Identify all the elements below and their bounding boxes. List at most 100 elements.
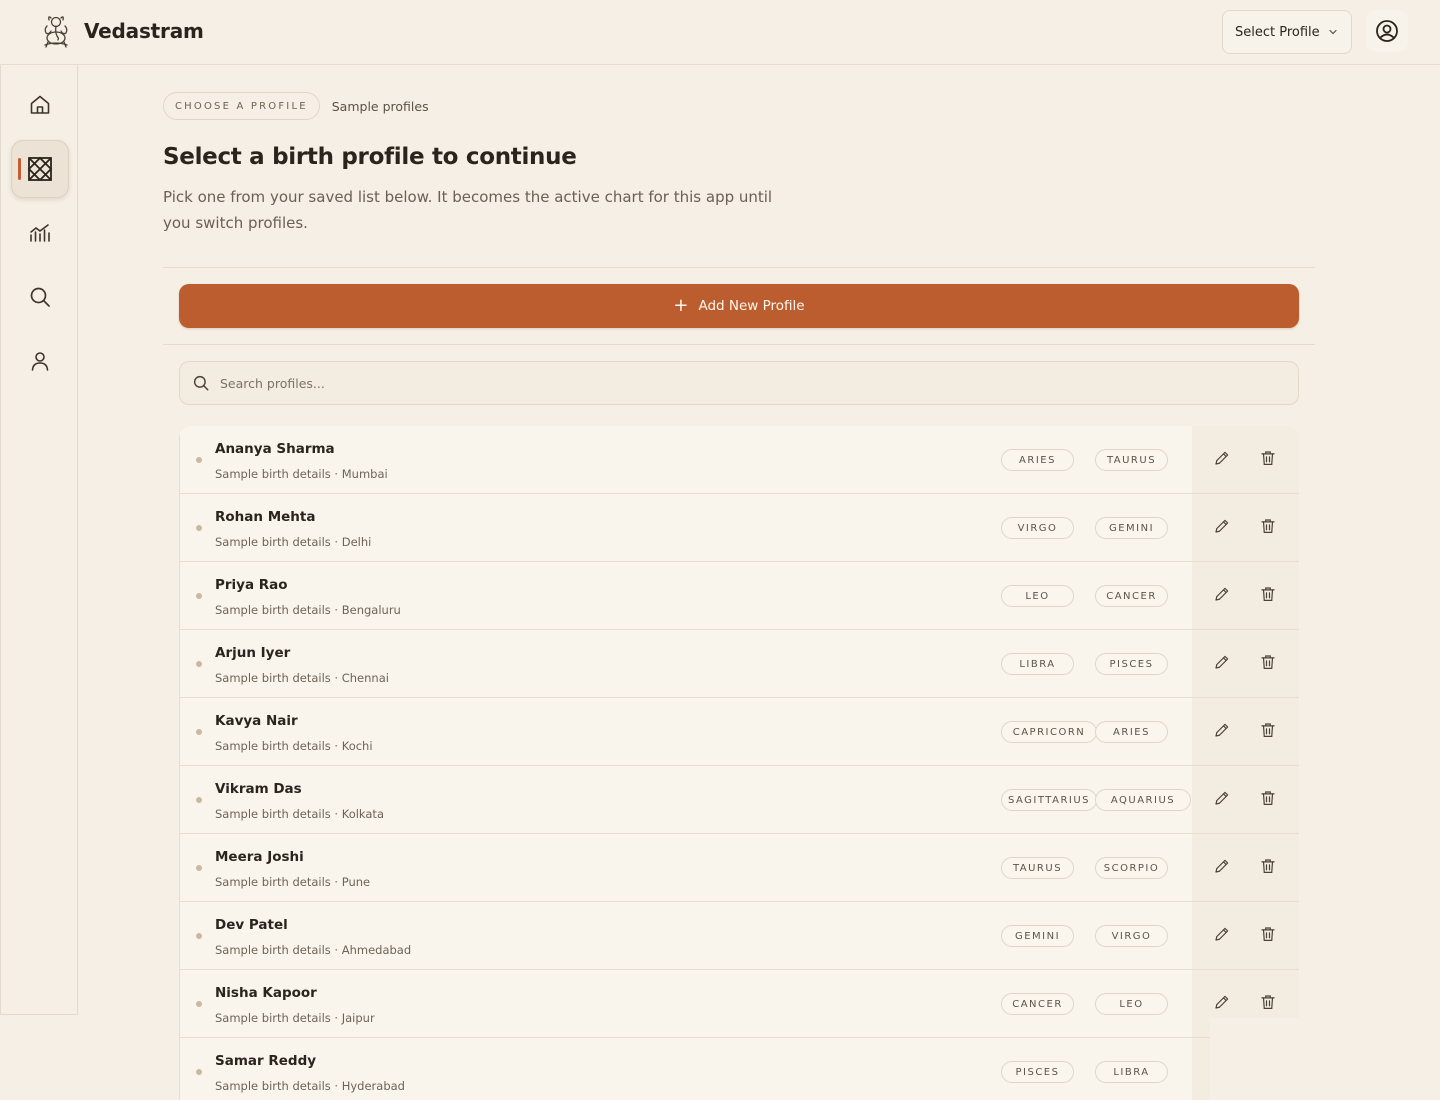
profile-details: Sample birth details · Hyderabad	[215, 1079, 405, 1093]
pencil-icon	[1213, 789, 1231, 811]
profile-name: Samar Reddy	[215, 1053, 317, 1069]
edit-profile-button[interactable]	[1212, 654, 1232, 674]
edit-profile-button[interactable]	[1212, 518, 1232, 538]
chevron-down-icon	[1329, 29, 1337, 35]
delete-profile-button[interactable]	[1258, 722, 1278, 742]
profile-select-area[interactable]: Meera Joshi Sample birth details · Pune TA…	[179, 834, 1192, 902]
add-new-profile-button[interactable]: + Add New Profile	[179, 284, 1299, 328]
profile-select-area[interactable]: Arjun Iyer Sample birth details · Chennai…	[179, 630, 1192, 698]
user-icon	[31, 352, 49, 371]
profile-row[interactable]: Kavya Nair Sample birth details · Kochi CA…	[179, 698, 1299, 766]
profile-row[interactable]: Rohan Mehta Sample birth details · Delhi V…	[179, 494, 1299, 562]
delete-profile-button[interactable]	[1258, 518, 1278, 538]
delete-profile-button[interactable]	[1258, 654, 1278, 674]
plus-icon: +	[673, 295, 689, 316]
edit-profile-button[interactable]	[1212, 858, 1232, 878]
profile-details: Sample birth details · Pune	[215, 875, 371, 889]
brand-logo[interactable]: Vedastram	[40, 14, 204, 48]
pencil-icon	[1213, 517, 1231, 539]
profile-select-area[interactable]: Vikram Das Sample birth details · Kolkata…	[179, 766, 1192, 834]
profile-select-area[interactable]: Dev Patel Sample birth details · Ahmedaba…	[179, 902, 1192, 970]
profile-row[interactable]: Ananya Sharma Sample birth details · Mumb…	[179, 426, 1299, 494]
edit-profile-button[interactable]	[1212, 586, 1232, 606]
sign-badge: CAPRICORN	[1001, 721, 1097, 743]
profile-name: Kavya Nair	[215, 713, 298, 729]
profile-details: Sample birth details · Kolkata	[215, 807, 384, 821]
profile-list: Ananya Sharma Sample birth details · Mumb…	[179, 426, 1299, 1100]
search-input[interactable]	[220, 375, 1220, 391]
profile-details: Sample birth details · Chennai	[215, 671, 389, 685]
delete-profile-button[interactable]	[1258, 586, 1278, 606]
breadcrumb-text: Sample profiles	[331, 98, 429, 114]
status-dot	[196, 593, 202, 599]
user-circle-icon	[1376, 20, 1398, 42]
sidebar-item-search[interactable]	[11, 268, 69, 326]
sidebar-item-analytics[interactable]	[11, 204, 69, 262]
sign-badge: PISCES	[1001, 1061, 1074, 1083]
profile-select-area[interactable]: Ananya Sharma Sample birth details · Mumb…	[179, 426, 1192, 494]
profile-select-area[interactable]: Kavya Nair Sample birth details · Kochi CA…	[179, 698, 1192, 766]
sign-badge: SCORPIO	[1095, 857, 1168, 879]
profile-row[interactable]: Priya Rao Sample birth details · Bengalur…	[179, 562, 1299, 630]
sign-badge: GEMINI	[1001, 925, 1074, 947]
select-profile-dropdown[interactable]: Select Profile	[1222, 10, 1352, 54]
account-button[interactable]	[1366, 10, 1408, 52]
delete-profile-button[interactable]	[1258, 790, 1278, 810]
row-actions	[1192, 494, 1299, 562]
status-dot	[196, 933, 202, 939]
select-profile-label: Select Profile	[1235, 24, 1320, 40]
profile-select-area[interactable]: Samar Reddy Sample birth details · Hydera…	[179, 1038, 1192, 1100]
sign-badge: ARIES	[1095, 721, 1168, 743]
profile-select-area[interactable]: Nisha Kapoor Sample birth details · Jaipu…	[179, 970, 1192, 1038]
sign-badge: VIRGO	[1001, 517, 1074, 539]
profile-row[interactable]: Samar Reddy Sample birth details · Hydera…	[179, 1038, 1299, 1100]
profile-row[interactable]: Meera Joshi Sample birth details · Pune TA…	[179, 834, 1299, 902]
row-actions	[1192, 630, 1299, 698]
delete-profile-button[interactable]	[1258, 450, 1278, 470]
profile-row[interactable]: Dev Patel Sample birth details · Ahmedaba…	[179, 902, 1299, 970]
divider	[163, 267, 1315, 268]
status-dot	[196, 661, 202, 667]
profile-details: Sample birth details · Kochi	[215, 739, 373, 753]
edit-profile-button[interactable]	[1212, 994, 1232, 1014]
sidebar-item-chart[interactable]	[11, 140, 69, 198]
bottom-spacer	[1210, 1018, 1440, 1100]
sidebar-item-home[interactable]	[11, 76, 69, 134]
search-box[interactable]	[179, 361, 1299, 405]
active-indicator	[18, 158, 21, 180]
status-dot	[196, 729, 202, 735]
trend-chart-icon	[30, 224, 50, 242]
sign-badge: TAURUS	[1095, 449, 1168, 471]
sidebar-bottom-spacer	[0, 1015, 78, 1100]
row-actions	[1192, 562, 1299, 630]
row-actions	[1192, 698, 1299, 766]
edit-profile-button[interactable]	[1212, 450, 1232, 470]
profile-row[interactable]: Vikram Das Sample birth details · Kolkata…	[179, 766, 1299, 834]
profile-name: Nisha Kapoor	[215, 985, 317, 1001]
breadcrumb-pill: CHOOSE A PROFILE	[163, 92, 320, 120]
sign-badge: SAGITTARIUS	[1001, 789, 1097, 811]
profile-select-area[interactable]: Priya Rao Sample birth details · Bengalur…	[179, 562, 1192, 630]
profile-row[interactable]: Nisha Kapoor Sample birth details · Jaipu…	[179, 970, 1299, 1038]
profile-details: Sample birth details · Ahmedabad	[215, 943, 412, 957]
delete-profile-button[interactable]	[1258, 994, 1278, 1014]
profile-row[interactable]: Arjun Iyer Sample birth details · Chennai…	[179, 630, 1299, 698]
search-icon	[30, 287, 50, 307]
delete-profile-button[interactable]	[1258, 858, 1278, 878]
status-dot	[196, 457, 202, 463]
add-new-profile-label: Add New Profile	[698, 298, 805, 314]
profile-select-area[interactable]: Rohan Mehta Sample birth details · Delhi V…	[179, 494, 1192, 562]
divider	[163, 344, 1315, 345]
profile-name: Arjun Iyer	[215, 645, 291, 661]
profile-name: Meera Joshi	[215, 849, 304, 865]
sign-badge: TAURUS	[1001, 857, 1074, 879]
sidebar-item-profile[interactable]	[11, 332, 69, 390]
trash-icon	[1259, 857, 1277, 879]
edit-profile-button[interactable]	[1212, 722, 1232, 742]
edit-profile-button[interactable]	[1212, 790, 1232, 810]
pencil-icon	[1213, 721, 1231, 743]
search-icon	[193, 375, 209, 391]
edit-profile-button[interactable]	[1212, 926, 1232, 946]
delete-profile-button[interactable]	[1258, 926, 1278, 946]
pencil-icon	[1213, 585, 1231, 607]
